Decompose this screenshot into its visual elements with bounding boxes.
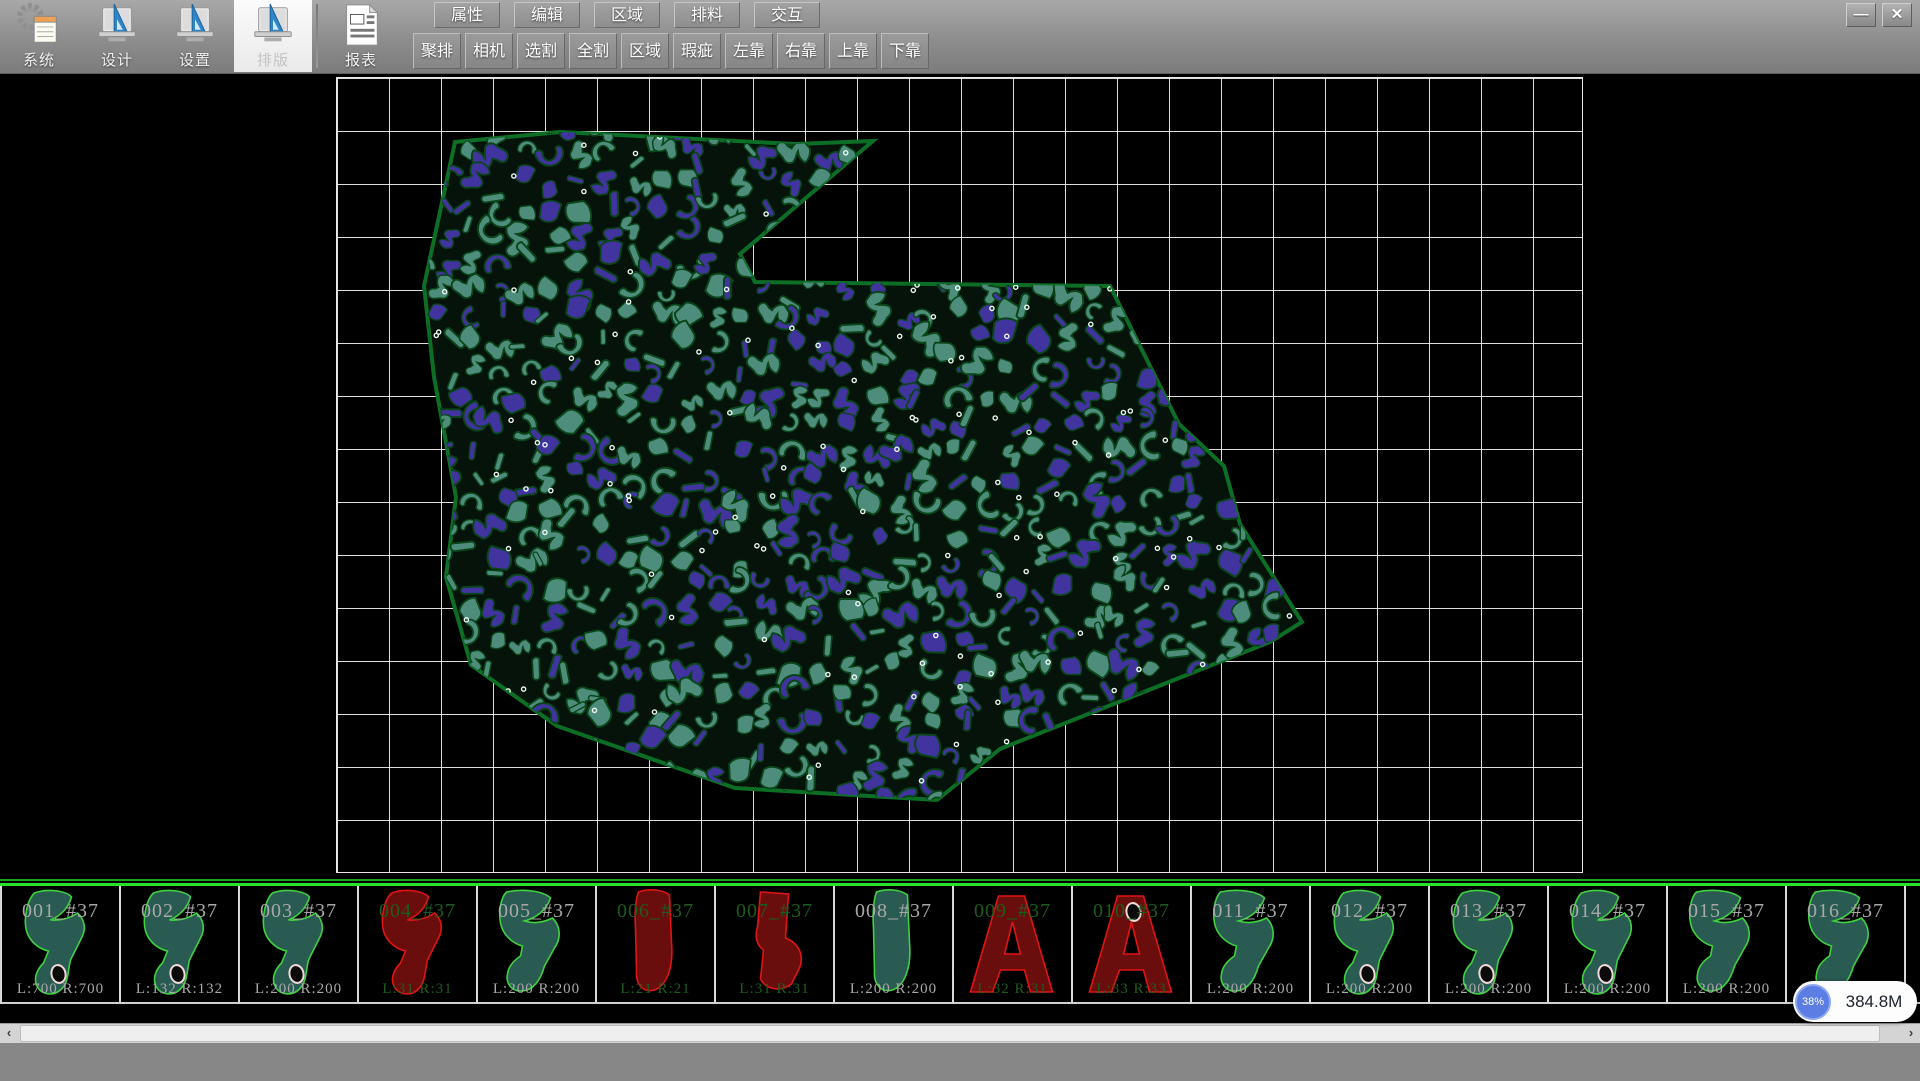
part-cell-005_#37[interactable]: 005_#37 L:200 R:200 bbox=[478, 886, 597, 1004]
toolbar-divider bbox=[316, 4, 318, 68]
report-icon bbox=[338, 2, 384, 48]
minimize-button[interactable]: — bbox=[1846, 3, 1876, 27]
app-button-1[interactable]: 系统 bbox=[0, 0, 78, 72]
part-name: 005_#37 bbox=[478, 900, 595, 923]
part-cell-006_#37[interactable]: 006_#37 L:21 R:21 bbox=[597, 886, 716, 1004]
part-name: 006_#37 bbox=[597, 900, 714, 923]
nesting-icon bbox=[250, 2, 296, 48]
part-counts: L:200 R:200 bbox=[1549, 981, 1666, 998]
settings-icon bbox=[172, 2, 218, 48]
tool-button-1[interactable]: 聚排 bbox=[413, 33, 461, 69]
part-name: 015_#37 bbox=[1668, 900, 1785, 923]
part-counts: L:200 R:200 bbox=[240, 981, 357, 998]
progress-percent: 38% bbox=[1795, 984, 1831, 1020]
part-cell-010_#37[interactable]: 010_#37 L:33 R:33 bbox=[1073, 886, 1192, 1004]
app-button-3[interactable]: 设置 bbox=[156, 0, 234, 72]
nested-hide-canvas[interactable] bbox=[336, 77, 1583, 873]
part-cell-011_#37[interactable]: 011_#37 L:200 R:200 bbox=[1192, 886, 1311, 1004]
menu-button-2[interactable]: 编辑 bbox=[514, 2, 580, 28]
part-name: 009_#37 bbox=[954, 900, 1071, 923]
app-button-label: 设置 bbox=[179, 49, 211, 70]
menu-button-5[interactable]: 交互 bbox=[754, 2, 820, 28]
part-cell-003_#37[interactable]: 003_#37 L:200 R:200 bbox=[240, 886, 359, 1004]
part-cell-012_#37[interactable]: 012_#37 L:200 R:200 bbox=[1311, 886, 1430, 1004]
part-counts: L:700 R:700 bbox=[2, 981, 119, 998]
part-cell-001_#37[interactable]: 001_#37 L:700 R:700 bbox=[0, 886, 121, 1004]
part-name: 011_#37 bbox=[1192, 900, 1309, 923]
part-counts: L:200 R:200 bbox=[478, 981, 595, 998]
tool-button-2[interactable]: 相机 bbox=[465, 33, 513, 69]
menu-button-3[interactable]: 区域 bbox=[594, 2, 660, 28]
part-cell-014_#37[interactable]: 014_#37 L:200 R:200 bbox=[1549, 886, 1668, 1004]
part-counts: L:200 R:200 bbox=[1668, 981, 1785, 998]
part-name: 003_#37 bbox=[240, 900, 357, 923]
memory-value: 384.8M bbox=[1831, 992, 1917, 1012]
close-button[interactable]: ✕ bbox=[1882, 3, 1912, 27]
scroll-right-button[interactable]: › bbox=[1902, 1024, 1920, 1043]
scrollbar-thumb[interactable] bbox=[20, 1025, 1880, 1042]
tool-button-10[interactable]: 下靠 bbox=[881, 33, 929, 69]
part-cell-002_#37[interactable]: 002_#37 L:132 R:132 bbox=[121, 886, 240, 1004]
tool-button-8[interactable]: 右靠 bbox=[777, 33, 825, 69]
app-button-label: 设计 bbox=[101, 49, 133, 70]
part-counts: L:200 R:200 bbox=[1430, 981, 1547, 998]
app-button-label: 系统 bbox=[23, 49, 55, 70]
part-counts: L:33 R:33 bbox=[1073, 981, 1190, 998]
part-counts: L:31 R:31 bbox=[359, 981, 476, 998]
tool-button-7[interactable]: 左靠 bbox=[725, 33, 773, 69]
app-button-2[interactable]: 设计 bbox=[78, 0, 156, 72]
tool-button-5[interactable]: 区域 bbox=[621, 33, 669, 69]
part-name: 014_#37 bbox=[1549, 900, 1666, 923]
part-counts: L:31 R:31 bbox=[716, 981, 833, 998]
part-cell-008_#37[interactable]: 008_#37 L:200 R:200 bbox=[835, 886, 954, 1004]
part-cell-015_#37[interactable]: 015_#37 L:200 R:200 bbox=[1668, 886, 1787, 1004]
part-name: 012_#37 bbox=[1311, 900, 1428, 923]
tool-button-6[interactable]: 瑕疵 bbox=[673, 33, 721, 69]
app-button-4[interactable]: 排版 bbox=[234, 0, 312, 72]
main-toolbar: 系统设计设置排版报表 属性编辑区域排料交互 聚排相机选割全割区域瑕疵左靠右靠上靠… bbox=[0, 0, 1920, 74]
part-counts: L:200 R:200 bbox=[835, 981, 952, 998]
part-counts: L:200 R:200 bbox=[1311, 981, 1428, 998]
system-icon bbox=[16, 2, 62, 48]
app-button-5[interactable]: 报表 bbox=[322, 0, 400, 72]
part-name: 008_#37 bbox=[835, 900, 952, 923]
parts-strip: 001_#37L:700 R:700002_#37L:132 R:132003_… bbox=[0, 879, 1920, 1011]
part-name: 007_#37 bbox=[716, 900, 833, 923]
part-cell-007_#37[interactable]: 007_#37 L:31 R:31 bbox=[716, 886, 835, 1004]
part-name: 016_#37 bbox=[1787, 900, 1904, 923]
tool-button-3[interactable]: 选割 bbox=[517, 33, 565, 69]
part-cell-013_#37[interactable]: 013_#37 L:200 R:200 bbox=[1430, 886, 1549, 1004]
status-bar bbox=[0, 1042, 1920, 1081]
part-name: 010_#37 bbox=[1073, 900, 1190, 923]
menu-button-4[interactable]: 排料 bbox=[674, 2, 740, 28]
menu-button-1[interactable]: 属性 bbox=[434, 2, 500, 28]
part-name: 001_#37 bbox=[2, 900, 119, 923]
part-counts: L:132 R:132 bbox=[121, 981, 238, 998]
part-name: 002_#37 bbox=[121, 900, 238, 923]
part-cell-004_#37[interactable]: 004_#37 L:31 R:31 bbox=[359, 886, 478, 1004]
scroll-left-button[interactable]: ‹ bbox=[0, 1024, 18, 1043]
tool-button-9[interactable]: 上靠 bbox=[829, 33, 877, 69]
part-counts: L:200 R:200 bbox=[1192, 981, 1309, 998]
part-cell-009_#37[interactable]: 009_#37 L:32 R:31 bbox=[954, 886, 1073, 1004]
part-name: 013_#37 bbox=[1430, 900, 1547, 923]
part-name: 004_#37 bbox=[359, 900, 476, 923]
design-icon bbox=[94, 2, 140, 48]
part-counts: L:32 R:31 bbox=[954, 981, 1071, 998]
memory-status-badge: 38% 384.8M bbox=[1793, 981, 1917, 1022]
part-counts: L:21 R:21 bbox=[597, 981, 714, 998]
tool-button-4[interactable]: 全割 bbox=[569, 33, 617, 69]
horizontal-scrollbar[interactable]: ‹ › bbox=[0, 1023, 1920, 1043]
part-name: 017_#37 bbox=[1906, 900, 1920, 923]
app-button-label: 排版 bbox=[257, 49, 289, 70]
app-button-label: 报表 bbox=[345, 49, 377, 70]
